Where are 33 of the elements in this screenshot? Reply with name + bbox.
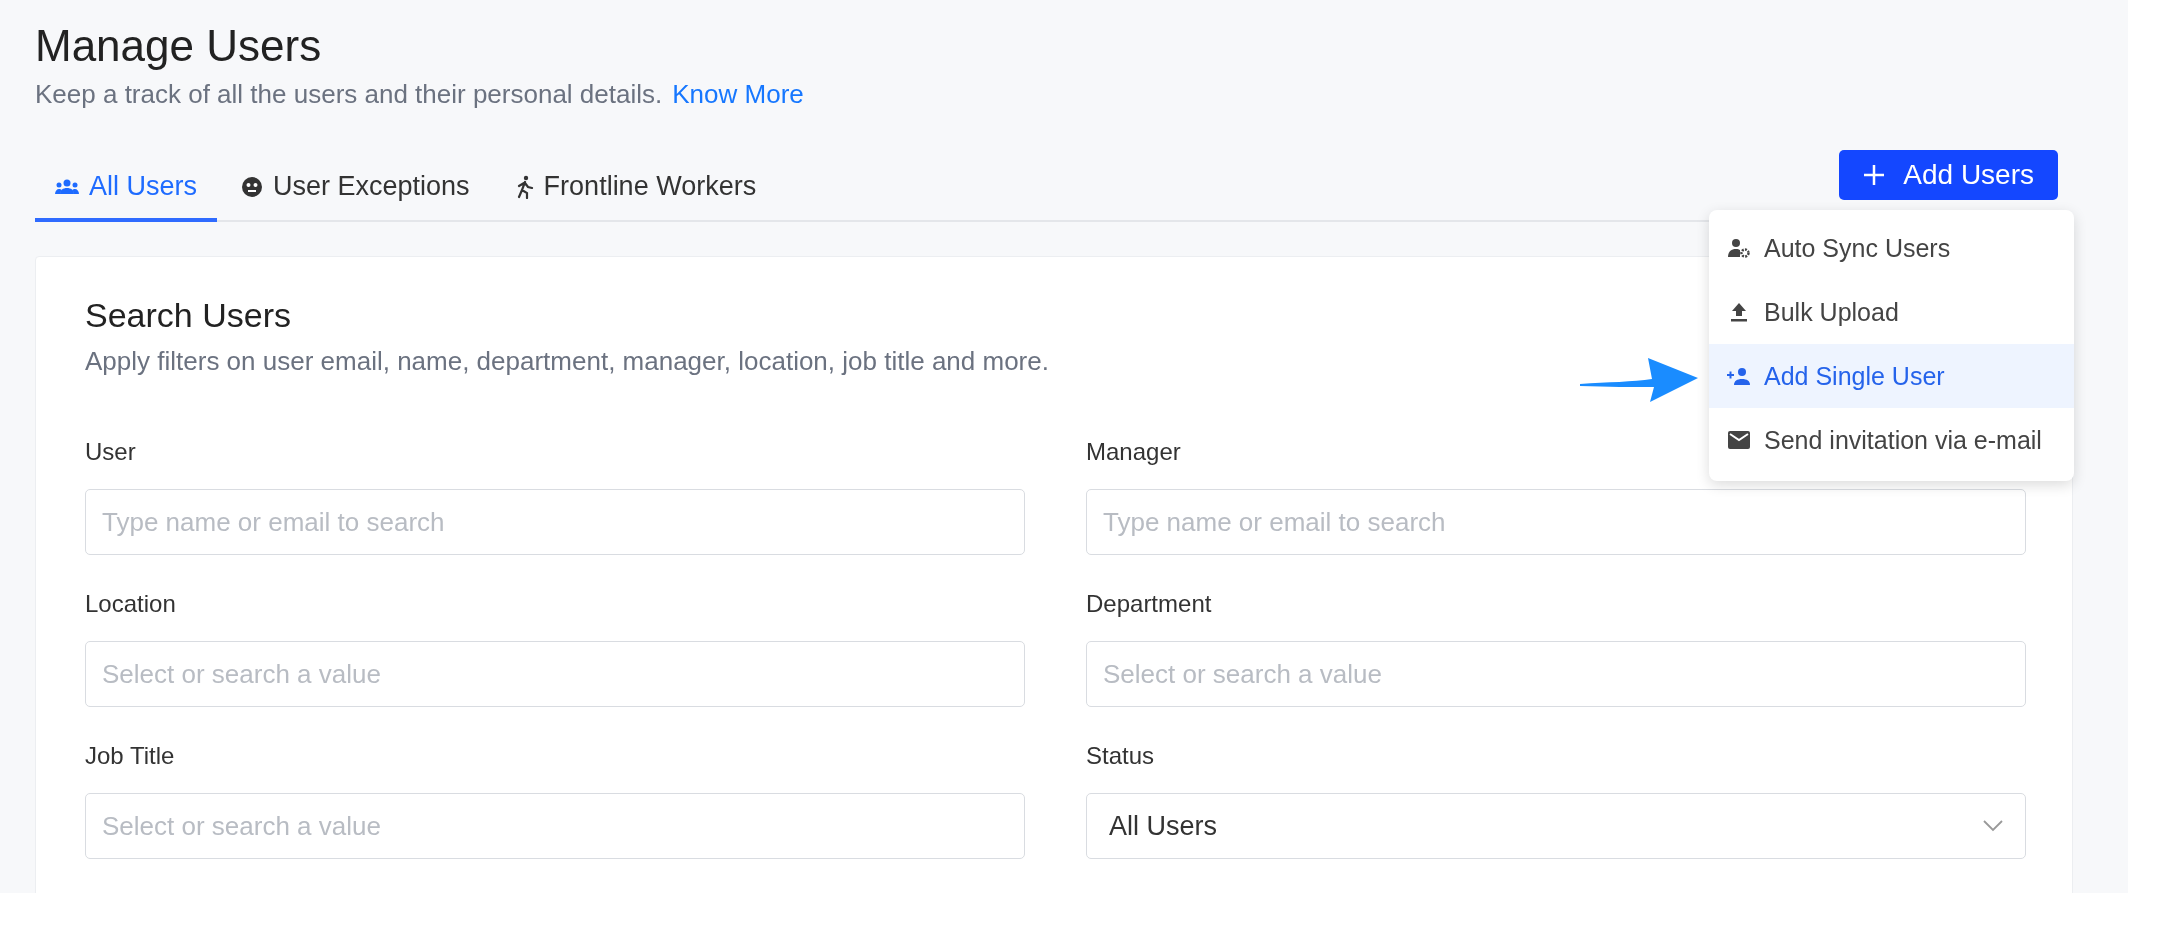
field-label: Department (1086, 589, 1212, 619)
tab[interactable]: Frontline Workers (493, 163, 777, 222)
plus-icon (1863, 164, 1886, 186)
user-gear-icon (1728, 238, 1750, 258)
status-dropdown[interactable]: All Users (1086, 793, 2026, 859)
menu-item[interactable]: Auto Sync Users (1709, 216, 2074, 280)
menu-item[interactable]: Send invitation via e-mail (1709, 408, 2074, 472)
menu-item[interactable]: Add Single User (1709, 344, 2074, 408)
field-label: Manager (1086, 437, 1181, 467)
know-more-link[interactable]: Know More (672, 78, 804, 110)
field-label: Job Title (85, 741, 175, 771)
tab[interactable]: User Exceptions (221, 163, 490, 222)
field-label: Status (1086, 741, 1155, 771)
upload-icon (1730, 302, 1748, 322)
chevron-down-icon (1983, 820, 2003, 832)
page-title: Manage Users (35, 20, 323, 72)
input-field[interactable]: Type name or email to search (1086, 489, 2026, 555)
card-description: Apply filters on user email, name, department, manager, location, job title and more. (85, 345, 1049, 377)
card-title: Search Users (85, 295, 291, 335)
tab[interactable]: All Users (35, 163, 217, 222)
field-label: Location (85, 589, 176, 619)
envelope-icon (1728, 431, 1750, 449)
input-field[interactable]: Type name or email to search (85, 489, 1025, 555)
add-user-icon (1727, 367, 1751, 385)
field-label: User (85, 437, 136, 467)
add-users-button[interactable]: Add Users (1839, 150, 2058, 200)
page-subtitle: Keep a track of all the users and their personal details. (35, 78, 663, 110)
face-icon (241, 175, 263, 198)
input-field[interactable]: Select or search a value (1086, 641, 2026, 707)
users-icon (55, 178, 79, 195)
input-field[interactable]: Select or search a value (85, 793, 1025, 859)
menu-item[interactable]: Bulk Upload (1709, 280, 2074, 344)
input-field[interactable]: Select or search a value (85, 641, 1025, 707)
